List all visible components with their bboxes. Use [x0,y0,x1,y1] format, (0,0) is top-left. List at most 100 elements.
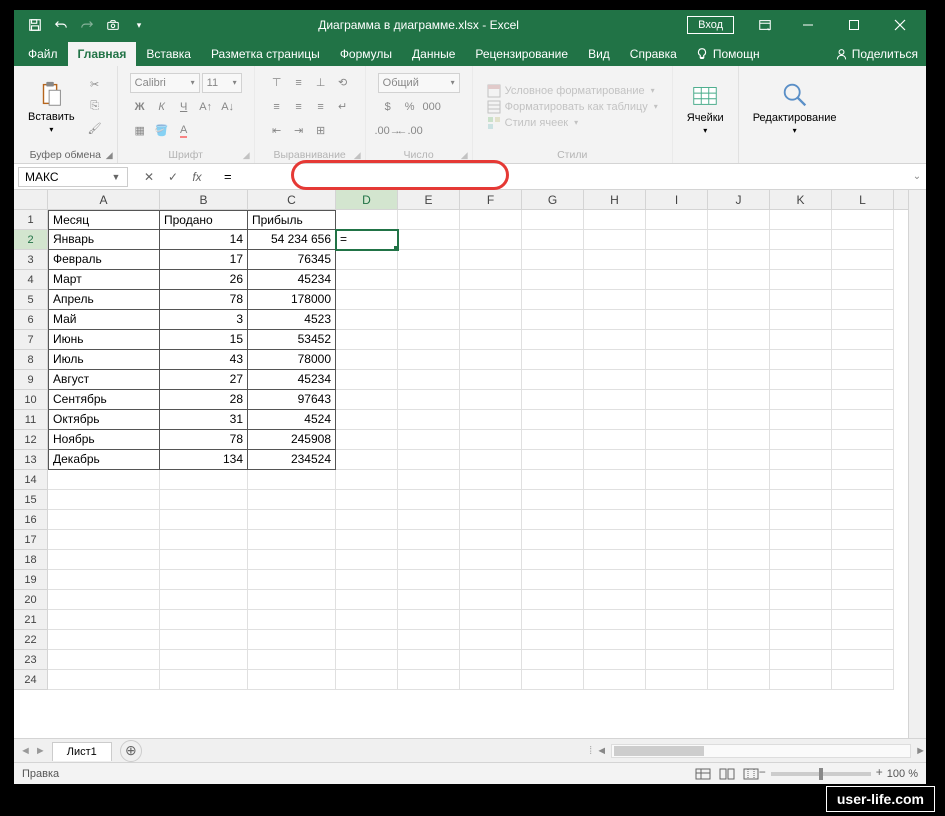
row-header[interactable]: 18 [14,550,48,570]
bold-button[interactable]: Ж [130,97,150,117]
column-header[interactable]: D [336,190,398,209]
cell[interactable] [398,270,460,290]
cell[interactable] [832,490,894,510]
cell[interactable] [522,590,584,610]
cell[interactable] [646,630,708,650]
cell[interactable] [646,390,708,410]
cell[interactable] [646,310,708,330]
decrease-decimal-icon[interactable]: ←.00 [400,121,420,141]
paste-button[interactable]: Вставить ▾ [22,75,81,138]
tab-главная[interactable]: Главная [68,42,137,66]
cell[interactable] [460,230,522,250]
cell[interactable] [832,390,894,410]
cell[interactable] [460,570,522,590]
cell[interactable] [522,670,584,690]
row-header[interactable]: 7 [14,330,48,350]
sheet-nav[interactable]: ◄► [14,745,52,757]
cell[interactable] [646,550,708,570]
cell[interactable]: Июль [48,350,160,370]
column-header[interactable]: E [398,190,460,209]
cell[interactable] [248,490,336,510]
row-header[interactable]: 5 [14,290,48,310]
cell[interactable] [708,530,770,550]
underline-button[interactable]: Ч [174,97,194,117]
row-header[interactable]: 20 [14,590,48,610]
cell[interactable]: Ноябрь [48,430,160,450]
cell[interactable] [584,290,646,310]
cell[interactable] [584,550,646,570]
cell[interactable] [832,270,894,290]
cell[interactable] [770,370,832,390]
cell[interactable] [460,290,522,310]
cell[interactable]: 27 [160,370,248,390]
cell[interactable] [460,650,522,670]
cell[interactable] [708,250,770,270]
cell[interactable]: Октябрь [48,410,160,430]
cell[interactable] [770,670,832,690]
tell-me[interactable]: Помощн [687,42,768,66]
font-color-icon[interactable]: A [174,121,194,141]
cell[interactable]: Июнь [48,330,160,350]
cell[interactable] [48,490,160,510]
cell[interactable]: 245908 [248,430,336,450]
cell[interactable] [522,290,584,310]
cell[interactable] [336,470,398,490]
cell[interactable] [460,390,522,410]
align-right-icon[interactable]: ≡ [311,97,331,117]
cell[interactable] [522,270,584,290]
cell[interactable] [646,490,708,510]
cell[interactable] [708,430,770,450]
expand-formula-bar-icon[interactable]: ⌄ [908,171,926,182]
cell[interactable] [770,470,832,490]
cell[interactable] [708,350,770,370]
cell[interactable] [398,410,460,430]
cell[interactable] [708,230,770,250]
cell[interactable] [398,510,460,530]
cell[interactable]: = [336,230,398,250]
column-header[interactable]: B [160,190,248,209]
cell[interactable] [398,650,460,670]
cell[interactable]: Сентябрь [48,390,160,410]
save-icon[interactable] [24,14,46,36]
cell[interactable] [708,450,770,470]
cell[interactable] [584,230,646,250]
cell[interactable] [398,230,460,250]
cell[interactable] [522,210,584,230]
cell[interactable] [770,570,832,590]
horizontal-scrollbar[interactable] [611,744,911,758]
cell[interactable] [832,250,894,270]
cell[interactable]: 4523 [248,310,336,330]
cell[interactable] [336,590,398,610]
row-header[interactable]: 17 [14,530,48,550]
cell[interactable] [336,250,398,270]
formula-input[interactable] [214,167,908,187]
cell[interactable] [832,430,894,450]
cell[interactable] [248,630,336,650]
cell[interactable] [460,330,522,350]
cell[interactable] [460,630,522,650]
cell[interactable]: 78 [160,290,248,310]
cell[interactable] [398,450,460,470]
cell[interactable] [584,470,646,490]
cell[interactable] [708,590,770,610]
percent-icon[interactable]: % [400,97,420,117]
cell[interactable] [832,310,894,330]
cell[interactable] [48,470,160,490]
cell[interactable] [584,490,646,510]
cell[interactable] [160,470,248,490]
cell[interactable]: Месяц [48,210,160,230]
row-header[interactable]: 22 [14,630,48,650]
cell[interactable] [522,230,584,250]
cell[interactable]: 78 [160,430,248,450]
cell[interactable]: 97643 [248,390,336,410]
cell[interactable] [522,490,584,510]
cell[interactable] [832,650,894,670]
cell[interactable] [460,470,522,490]
cell[interactable] [160,510,248,530]
cell[interactable] [160,650,248,670]
cell[interactable] [160,550,248,570]
cell[interactable] [708,290,770,310]
row-header[interactable]: 9 [14,370,48,390]
cell[interactable] [770,350,832,370]
cell[interactable] [522,350,584,370]
